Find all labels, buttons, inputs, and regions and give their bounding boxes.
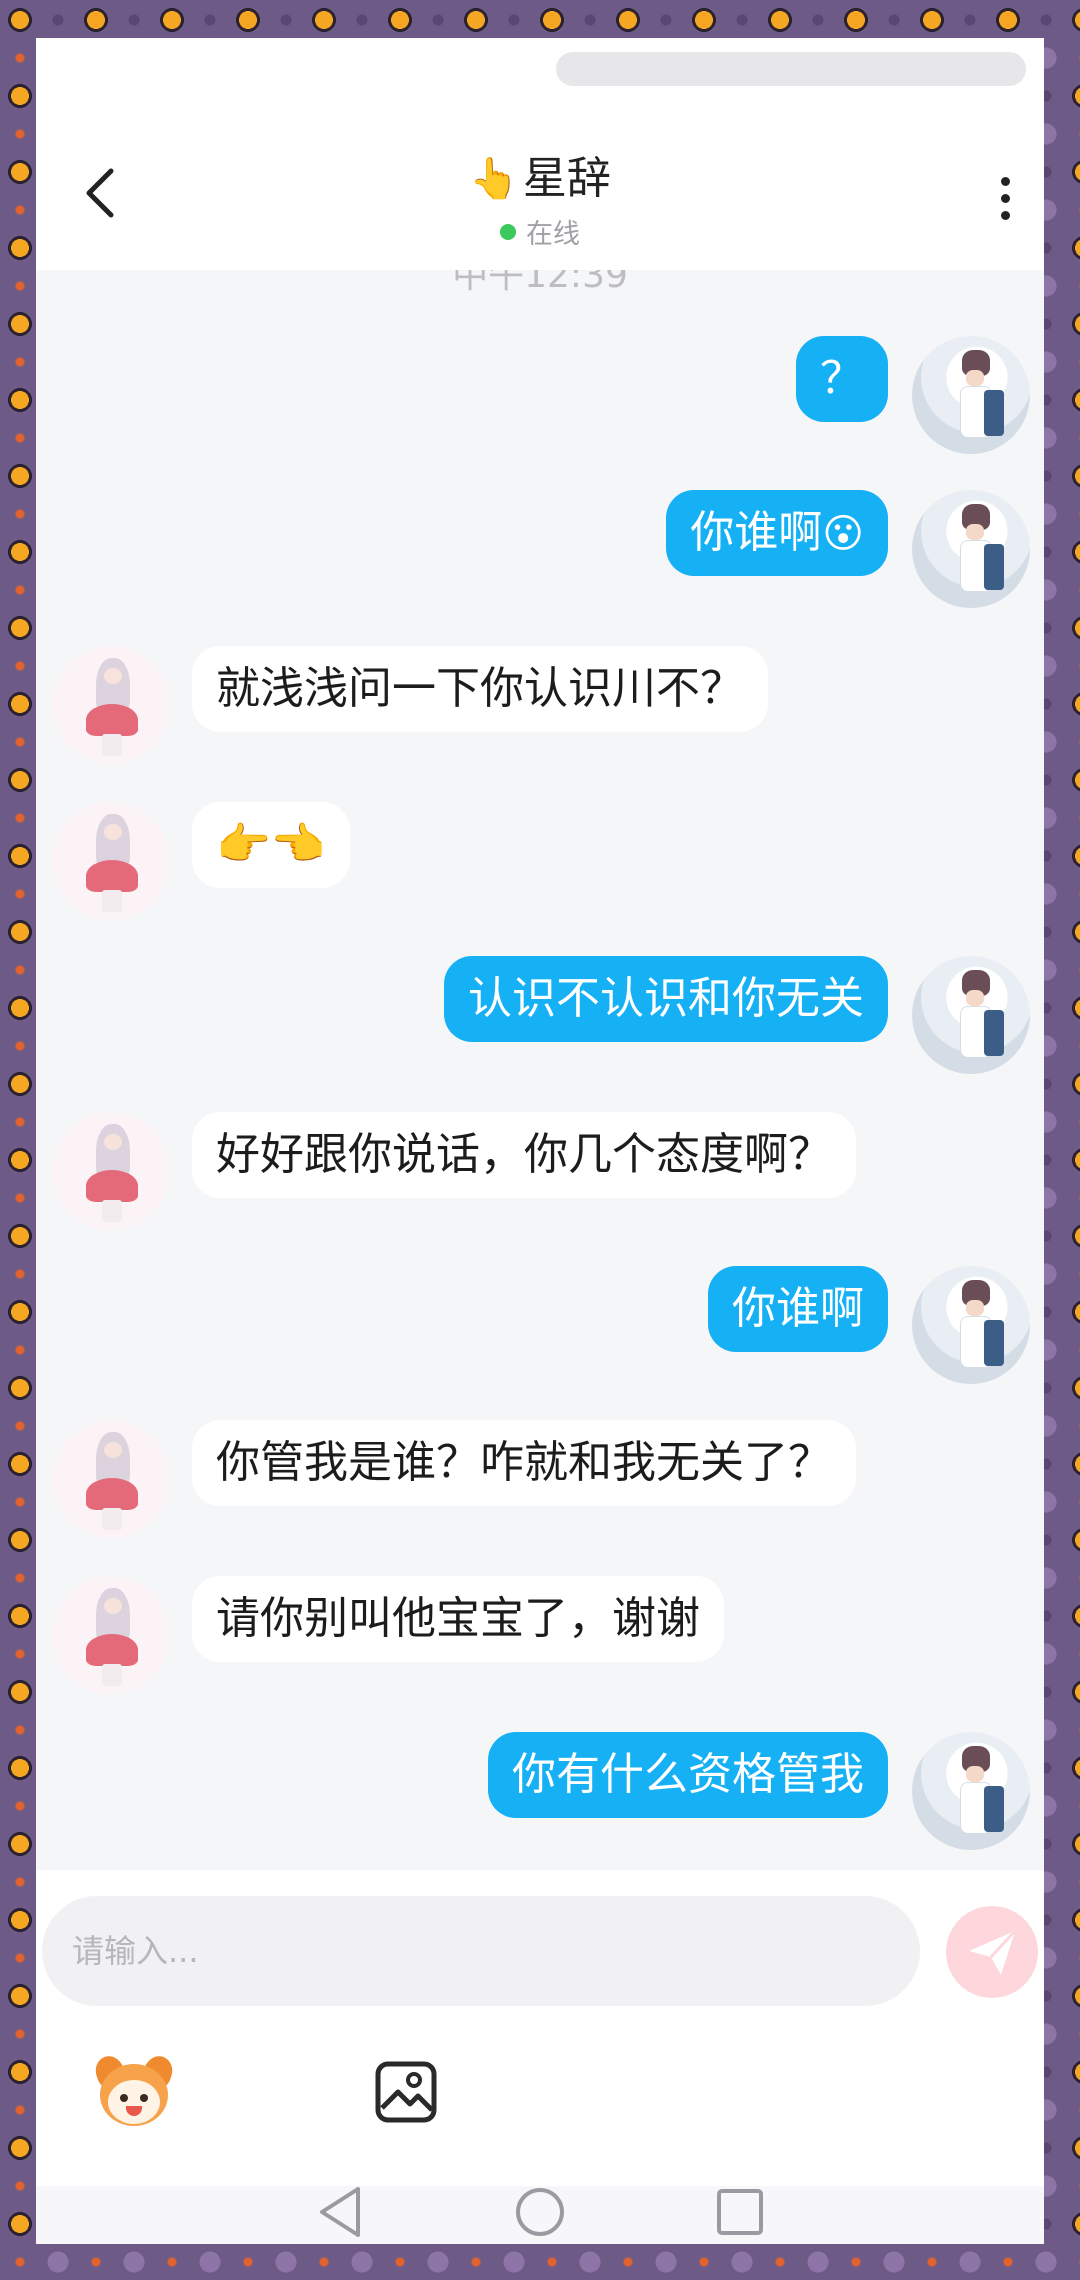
message-row-incoming: 就浅浅问一下你认识川不？: [36, 646, 1044, 766]
my-avatar[interactable]: [912, 336, 1030, 454]
my-avatar[interactable]: [912, 1266, 1030, 1384]
paper-plane-icon: [969, 1929, 1017, 1975]
nav-recent-button[interactable]: [708, 2180, 772, 2244]
avatar-bag: [984, 1010, 1004, 1056]
avatar-face: [104, 1442, 122, 1458]
avatar-face: [966, 1300, 984, 1316]
fox-face: [108, 2080, 160, 2124]
pointing-hand-emoji: 👆: [469, 156, 519, 202]
message-text: 你谁啊: [690, 507, 823, 558]
message-row-incoming: 好好跟你说话，你几个态度啊？: [36, 1112, 1044, 1232]
contact-avatar[interactable]: [52, 1112, 170, 1230]
avatar-bag: [984, 544, 1004, 590]
avatar-face: [966, 524, 984, 540]
avatar-dress: [86, 1634, 138, 1666]
message-list[interactable]: 中午12:39 ？ 你谁啊😮 就浅浅问一下你认识川不？ 👉👈 认识不认识和你无关…: [36, 270, 1044, 1870]
message-row-outgoing: 你谁啊: [36, 1266, 1044, 1386]
image-button[interactable]: [374, 2060, 438, 2124]
avatar-bag: [984, 390, 1004, 436]
message-timestamp: 中午12:39: [452, 270, 628, 296]
status-bar: [36, 38, 1044, 88]
contact-avatar[interactable]: [52, 802, 170, 920]
avatar-bag: [984, 1786, 1004, 1832]
nav-home-button[interactable]: [508, 2180, 572, 2244]
avatar-dress: [86, 1478, 138, 1510]
avatar-legs: [102, 1200, 122, 1222]
message-row-incoming: 请你别叫他宝宝了，谢谢: [36, 1576, 1044, 1696]
avatar-bag: [984, 1320, 1004, 1366]
online-dot-icon: [500, 223, 516, 240]
avatar-dress: [86, 704, 138, 736]
nav-back-button[interactable]: [308, 2180, 372, 2244]
title-block: 👆 星辞 在线: [36, 152, 1044, 251]
square-recent-icon: [717, 2189, 763, 2235]
my-avatar[interactable]: [912, 956, 1030, 1074]
message-row-outgoing: ？: [36, 336, 1044, 456]
redacted-status-area: [556, 52, 1026, 86]
system-navigation-bar: [36, 2186, 1044, 2244]
avatar-face: [966, 1766, 984, 1782]
avatar-dress: [86, 860, 138, 892]
message-row-incoming: 你管我是谁？咋就和我无关了？: [36, 1420, 1044, 1540]
more-vertical-icon-dot: [1000, 210, 1010, 220]
avatar-face: [104, 824, 122, 840]
message-bubble-incoming[interactable]: 👉👈: [192, 802, 350, 888]
avatar-face: [104, 668, 122, 684]
chat-header: 👆 星辞 在线: [36, 88, 1044, 270]
message-bubble-outgoing[interactable]: 你谁啊😮: [666, 490, 888, 576]
message-bubble-incoming[interactable]: 你管我是谁？咋就和我无关了？: [192, 1420, 856, 1506]
avatar-face: [104, 1598, 122, 1614]
avatar-legs: [102, 890, 122, 912]
more-options-button[interactable]: [980, 168, 1030, 228]
contact-name-text: 星辞: [522, 153, 611, 204]
avatar-dress: [86, 1170, 138, 1202]
fox-emoji-icon[interactable]: [91, 2050, 177, 2134]
online-status: 在线: [500, 212, 580, 251]
avatar-face: [966, 370, 984, 386]
message-row-outgoing: 你谁啊😮: [36, 490, 1044, 610]
contact-avatar[interactable]: [52, 1576, 170, 1694]
image-icon: [375, 2061, 437, 2123]
message-bubble-incoming[interactable]: 请你别叫他宝宝了，谢谢: [192, 1576, 724, 1662]
avatar-legs: [102, 1664, 122, 1686]
contact-avatar[interactable]: [52, 1420, 170, 1538]
message-input[interactable]: 请输入...: [42, 1896, 920, 2006]
my-avatar[interactable]: [912, 490, 1030, 608]
contact-name[interactable]: 👆 星辞: [469, 152, 611, 206]
message-bubble-incoming[interactable]: 好好跟你说话，你几个态度啊？: [192, 1112, 856, 1198]
message-row-outgoing: 你有什么资格管我: [36, 1732, 1044, 1852]
avatar-face: [104, 1134, 122, 1150]
message-bubble-outgoing[interactable]: 认识不认识和你无关: [444, 956, 888, 1042]
message-row-incoming: 👉👈: [36, 802, 1044, 922]
my-avatar[interactable]: [912, 1732, 1030, 1850]
fox-eye-right: [140, 2094, 148, 2102]
contact-avatar[interactable]: [52, 646, 170, 764]
message-bubble-incoming[interactable]: 就浅浅问一下你认识川不？: [192, 646, 768, 732]
online-status-text: 在线: [526, 219, 580, 250]
send-button[interactable]: [946, 1906, 1038, 1998]
message-bubble-outgoing[interactable]: 你谁啊: [708, 1266, 888, 1352]
avatar-legs: [102, 734, 122, 756]
avatar-face: [966, 990, 984, 1006]
avatar-legs: [102, 1508, 122, 1530]
composer: 请输入...: [36, 1870, 1044, 2186]
fox-eye-left: [120, 2094, 128, 2102]
message-bubble-outgoing[interactable]: 你有什么资格管我: [488, 1732, 888, 1818]
message-row-outgoing: 认识不认识和你无关: [36, 956, 1044, 1076]
more-vertical-icon: [1000, 176, 1010, 186]
circle-home-icon: [516, 2188, 564, 2236]
triangle-back-icon: [320, 2187, 360, 2237]
phone-screen: 👆 星辞 在线 中午12:39 ？ 你谁啊😮 就浅浅问一下你认识川不？ 👉👈 认…: [36, 38, 1044, 2244]
surprised-emoji: 😮: [822, 511, 864, 557]
message-bubble-outgoing[interactable]: ？: [796, 336, 888, 422]
more-vertical-icon-dot: [1000, 193, 1010, 203]
